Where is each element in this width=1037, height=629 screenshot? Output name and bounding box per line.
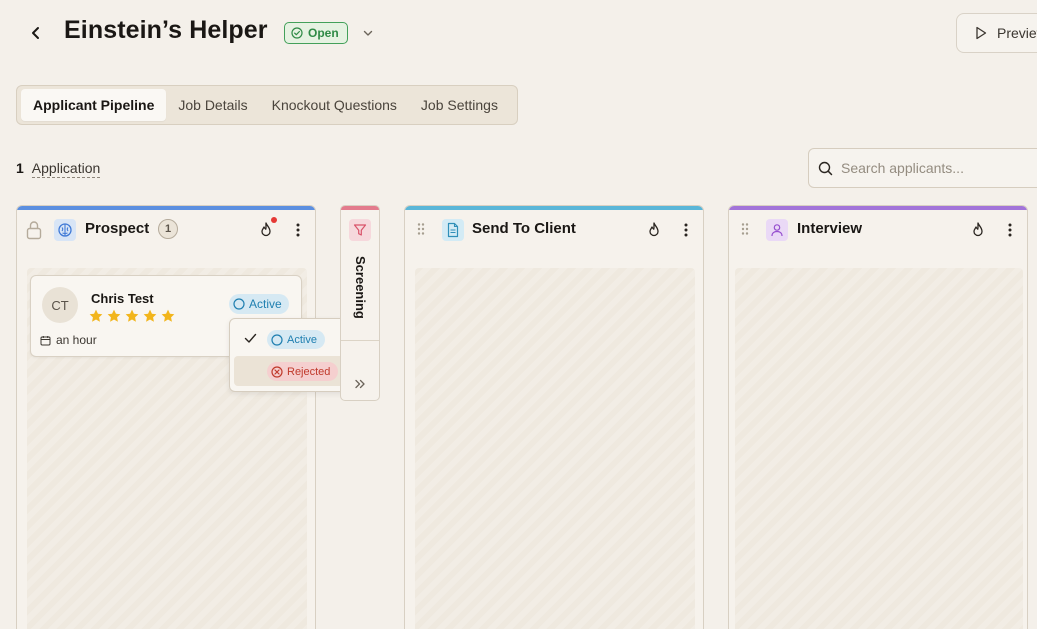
notification-dot: [271, 217, 277, 223]
check-icon: [244, 333, 257, 343]
column-prospect: Prospect 1: [16, 205, 316, 629]
filter-icon: [349, 219, 371, 241]
application-count-label[interactable]: Application: [31, 160, 101, 178]
tab-job-settings[interactable]: Job Settings: [409, 89, 510, 121]
column-title: Screening: [353, 256, 368, 319]
hot-toggle-button[interactable]: [256, 217, 277, 240]
column-header: Prospect 1: [17, 214, 315, 246]
chevron-left-icon: [32, 27, 39, 39]
document-icon: [442, 219, 464, 241]
star-icon[interactable]: [142, 308, 158, 324]
preview-button[interactable]: Preview: [956, 13, 1037, 53]
column-accent-bar: [17, 206, 315, 210]
tab-applicant-pipeline[interactable]: Applicant Pipeline: [21, 89, 167, 121]
tab-knockout-questions[interactable]: Knockout Questions: [260, 89, 409, 121]
column-drop-zone: [415, 268, 695, 629]
more-vertical-icon: [1008, 223, 1012, 237]
flame-icon: [261, 222, 271, 237]
star-icon[interactable]: [106, 308, 122, 324]
status-label: Open: [308, 26, 339, 40]
applied-time: an hour: [40, 333, 97, 347]
x-circle-icon: [271, 365, 283, 378]
column-accent-bar: [405, 206, 703, 210]
applicant-status-label: Active: [249, 297, 282, 311]
column-send-to-client: Send To Client: [404, 205, 704, 629]
star-icon[interactable]: [88, 308, 104, 324]
applicant-name: Chris Test: [91, 291, 154, 306]
chevrons-right-icon: [355, 379, 365, 389]
column-count-badge: 1: [158, 219, 178, 239]
status-badge[interactable]: Open: [284, 22, 348, 44]
status-dropdown-toggle[interactable]: [360, 25, 376, 41]
column-accent-bar: [341, 206, 379, 210]
preview-label: Preview: [997, 25, 1037, 41]
search-box: [808, 148, 1037, 188]
drag-handle-icon[interactable]: [416, 222, 426, 236]
divider: [341, 340, 379, 341]
play-icon: [976, 26, 987, 40]
application-count-number: 1: [16, 160, 24, 176]
status-dropdown-menu: Active Rejected: [229, 318, 356, 392]
status-option-active[interactable]: Active: [234, 324, 352, 354]
column-accent-bar: [729, 206, 1027, 210]
avatar: CT: [42, 287, 78, 323]
hot-toggle-button[interactable]: [968, 220, 988, 240]
application-count: 1 Application: [16, 160, 101, 178]
more-vertical-icon: [296, 223, 300, 237]
column-menu-button[interactable]: [1000, 220, 1020, 240]
hot-toggle-button[interactable]: [644, 220, 664, 240]
star-rating[interactable]: [88, 308, 176, 324]
page-title: Einstein’s Helper: [64, 16, 268, 44]
flame-icon: [973, 222, 983, 237]
column-interview: Interview: [728, 205, 1028, 629]
status-option-active-pill: Active: [267, 330, 325, 349]
calendar-icon: [40, 335, 51, 345]
column-header: Interview: [729, 214, 1027, 246]
tab-job-details[interactable]: Job Details: [166, 89, 259, 121]
search-input[interactable]: [841, 160, 1037, 176]
circle-icon: [233, 298, 245, 310]
status-option-rejected-label: Rejected: [287, 365, 331, 378]
brain-icon: [54, 219, 76, 241]
column-title: Interview: [797, 220, 863, 237]
column-header: Send To Client: [405, 214, 703, 246]
column-title: Prospect: [85, 220, 150, 237]
search-icon: [818, 161, 833, 175]
status-option-rejected[interactable]: Rejected: [234, 356, 352, 386]
more-vertical-icon: [684, 223, 688, 237]
chevron-down-icon: [363, 30, 373, 36]
applied-time-label: an hour: [56, 333, 97, 347]
status-option-rejected-pill: Rejected: [267, 362, 339, 381]
lock-icon[interactable]: [25, 220, 43, 240]
applicant-status-toggle[interactable]: Active: [229, 294, 289, 314]
drag-handle-icon[interactable]: [740, 222, 750, 236]
flame-icon: [649, 222, 659, 237]
column-drop-zone: [735, 268, 1023, 629]
star-icon[interactable]: [160, 308, 176, 324]
star-icon[interactable]: [124, 308, 140, 324]
tab-bar: Applicant Pipeline Job Details Knockout …: [16, 85, 518, 125]
column-menu-button[interactable]: [676, 220, 696, 240]
check-circle-icon: [291, 27, 303, 39]
circle-icon: [271, 333, 283, 346]
user-icon: [766, 219, 788, 241]
expand-column-button[interactable]: [354, 378, 366, 390]
column-menu-button[interactable]: [288, 220, 308, 240]
column-screening[interactable]: Screening: [340, 205, 380, 401]
column-title: Send To Client: [472, 220, 576, 237]
status-option-active-label: Active: [287, 333, 317, 346]
back-button[interactable]: [24, 21, 48, 45]
